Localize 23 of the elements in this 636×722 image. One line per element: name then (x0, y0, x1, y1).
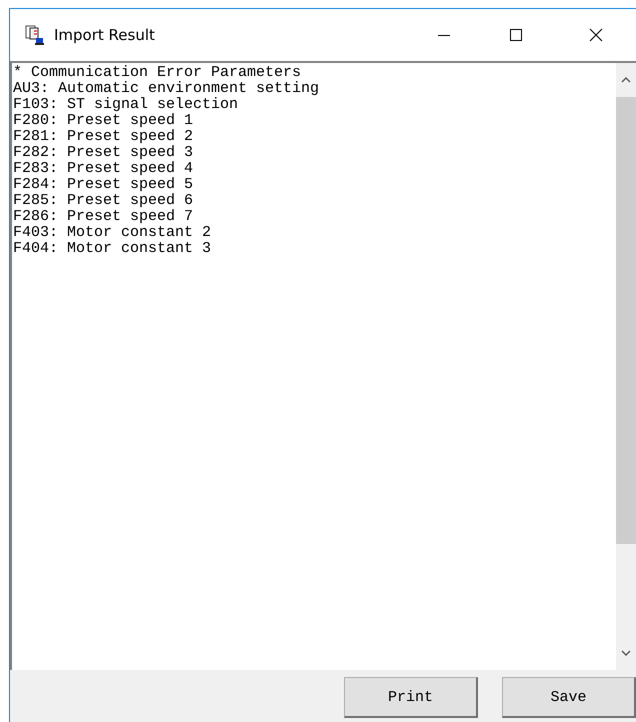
log-line: F280: Preset speed 1 (13, 113, 194, 129)
app-icon (24, 24, 46, 46)
log-line: F286: Preset speed 7 (13, 209, 194, 225)
minimize-icon (438, 34, 450, 36)
dialog-button[interactable]: Save (502, 677, 636, 718)
log-line: F285: Preset speed 6 (13, 193, 194, 209)
log-line: F404: Motor constant 3 (13, 241, 212, 257)
maximize-icon (509, 28, 523, 42)
dialog-button[interactable]: Print (344, 677, 478, 718)
scroll-up-icon[interactable] (621, 77, 631, 83)
log-line: F281: Preset speed 2 (13, 129, 194, 145)
vertical-scrollbar[interactable] (616, 63, 636, 670)
log-line: AU3: Automatic environment setting (13, 81, 320, 97)
scroll-down-icon[interactable] (621, 650, 631, 656)
log-line: F284: Preset speed 5 (13, 177, 194, 193)
log-line: * Communication Error Parameters (13, 65, 302, 81)
log-line: F282: Preset speed 3 (13, 145, 194, 161)
scroll-thumb[interactable] (616, 97, 636, 544)
log-line: F403: Motor constant 2 (13, 225, 212, 241)
log-line: F283: Preset speed 4 (13, 161, 194, 177)
window-title: Import Result (54, 26, 156, 44)
log-line: F103: ST signal selection (13, 97, 240, 113)
close-icon (589, 28, 603, 42)
